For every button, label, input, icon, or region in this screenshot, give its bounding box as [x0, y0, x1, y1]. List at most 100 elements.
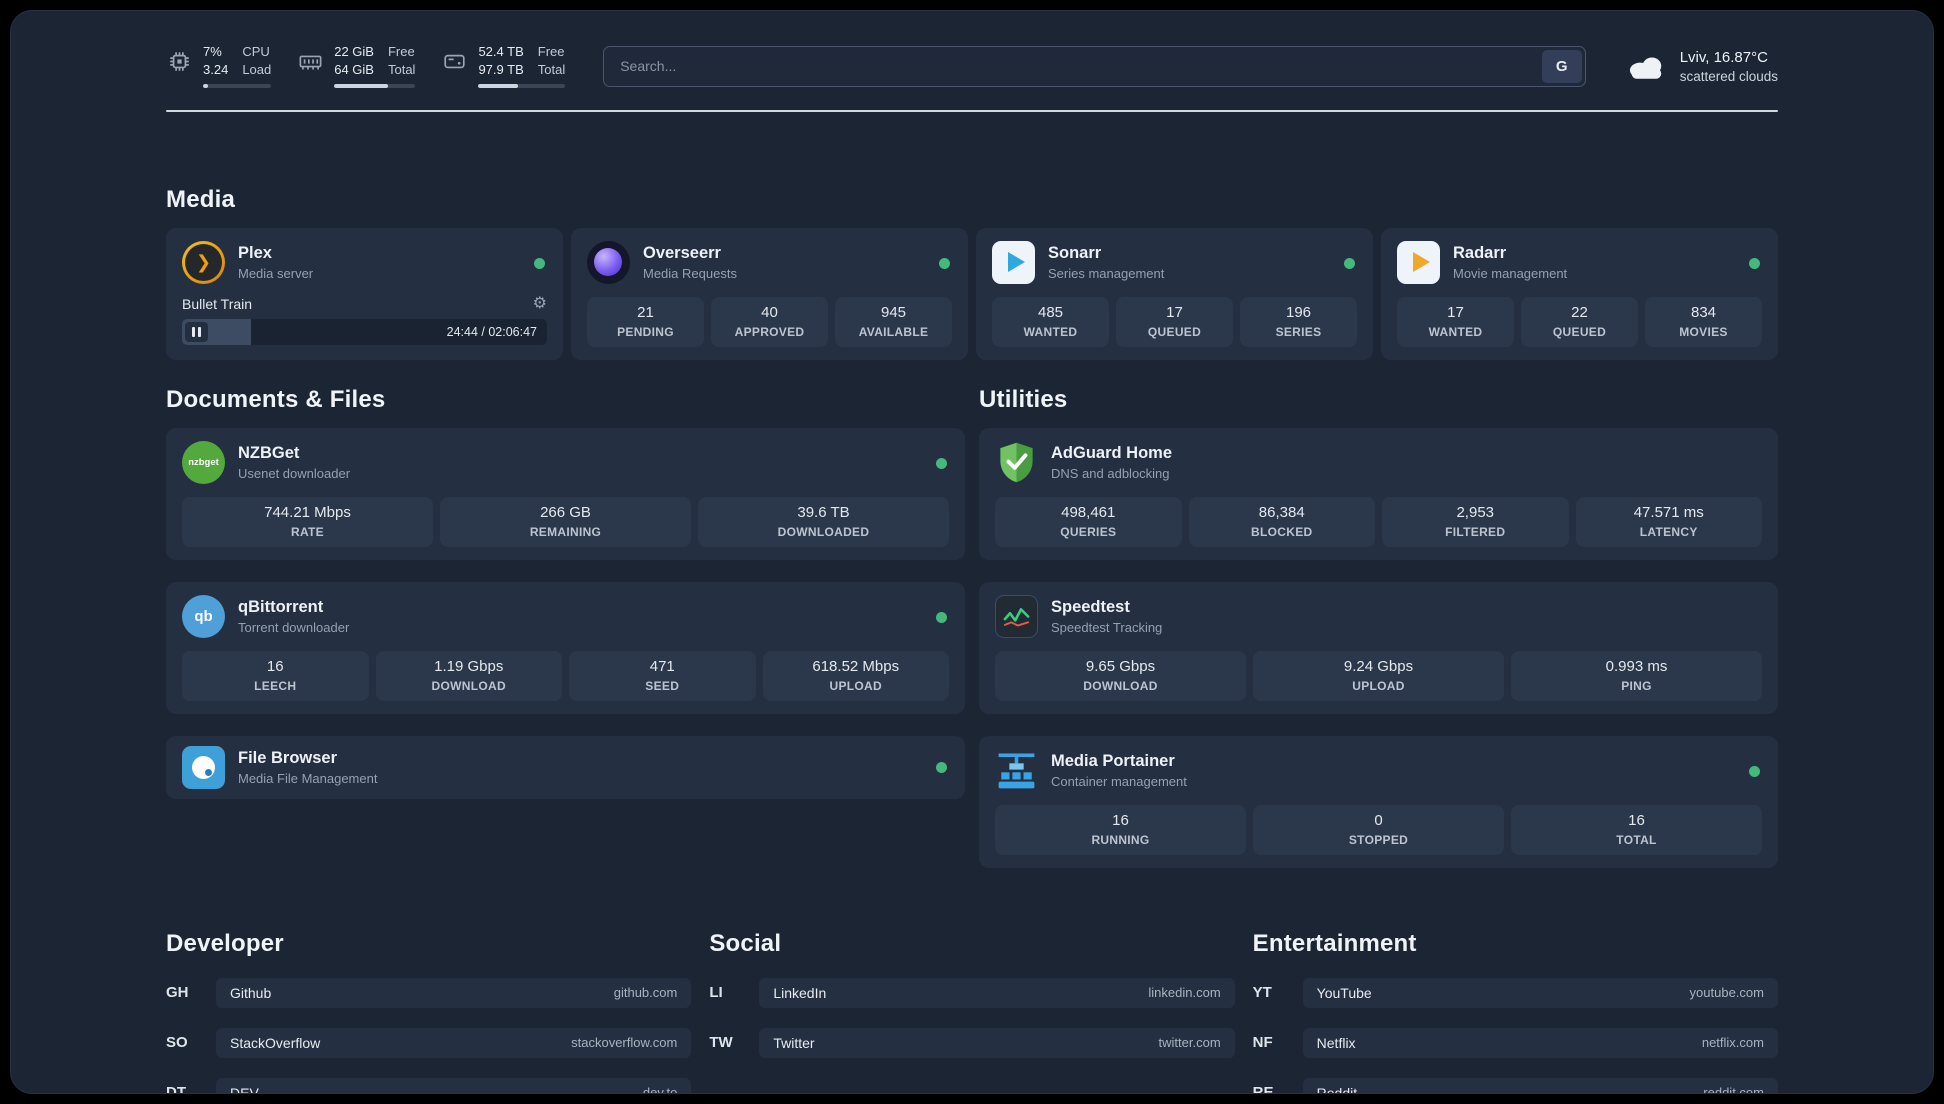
cpu-icon [170, 52, 189, 71]
stat-tile: 0.993 ms PING [1511, 650, 1762, 701]
stat-label: MOVIES [1679, 324, 1728, 339]
plex-icon [182, 240, 225, 284]
bookmark-name: Reddit [1316, 1084, 1358, 1094]
bookmark-github[interactable]: Github github.com [216, 977, 692, 1008]
app-name: Radarr [1453, 243, 1507, 262]
bookmark-name: Netflix [1316, 1034, 1356, 1051]
status-dot [1749, 765, 1760, 777]
stat-label: UPLOAD [1352, 678, 1405, 693]
stat-label: RUNNING [1091, 832, 1150, 847]
app-name: AdGuard Home [1051, 443, 1173, 462]
stat-value: 16 [1628, 811, 1645, 829]
bookmark-url: youtube.com [1689, 985, 1764, 1001]
stat-value: 21 [637, 303, 654, 321]
app-subtitle: Usenet downloader [238, 465, 351, 481]
bookmark-abbr: LI [709, 984, 723, 1002]
stat-tile: 22 QUEUED [1521, 296, 1638, 347]
bookmark-name: LinkedIn [773, 984, 827, 1001]
app-card-sonarr[interactable]: Sonarr Series management 485 WANTED 17 Q… [976, 227, 1373, 360]
app-name: File Browser [238, 748, 338, 767]
bookmark-row: YT YouTube youtube.com [1252, 977, 1778, 1008]
stat-label: LEECH [254, 678, 297, 693]
app-card-plex[interactable]: Plex Media server Bullet Train [166, 227, 563, 360]
stat-tile: 16 LEECH [182, 650, 369, 701]
app-name: qBittorrent [238, 597, 324, 616]
ram-total: 64 GiB [334, 61, 374, 77]
app-subtitle: Torrent downloader [238, 619, 350, 635]
app-name: NZBGet [238, 443, 300, 462]
sonarr-icon [992, 240, 1035, 284]
filebrowser-icon [182, 745, 225, 789]
app-card-overseerr[interactable]: Overseerr Media Requests 21 PENDING 40 A… [571, 227, 968, 360]
ram-free-label: Free [387, 44, 415, 59]
stat-value: 39.6 TB [797, 503, 850, 521]
stat-value: 86,384 [1258, 503, 1305, 521]
app-card-adguard[interactable]: AdGuard Home DNS and adblocking 498,461 … [979, 427, 1778, 560]
stat-label: DOWNLOADED [777, 524, 870, 539]
search-input[interactable] [603, 45, 1586, 87]
app-card-speedtest[interactable]: Speedtest Speedtest Tracking 9.65 Gbps D… [979, 581, 1778, 714]
app-card-qbittorrent[interactable]: qb qBittorrent Torrent downloader 16 LEE… [166, 581, 965, 714]
app-name: Sonarr [1048, 243, 1102, 262]
top-bar: 7% 3.24 CPU Load 22 GiB 64 GiB Free Tota… [166, 11, 1778, 88]
bookmark-abbr: YT [1252, 984, 1272, 1002]
status-dot [936, 457, 947, 469]
bookmark-url: dev.to [642, 1085, 678, 1094]
plex-now-playing: Bullet Train 24:44 / 02:06:47 [182, 296, 547, 345]
app-card-filebrowser[interactable]: File Browser Media File Management [166, 735, 965, 799]
stat-value: 471 [649, 657, 675, 675]
bookmark-linkedin[interactable]: LinkedIn linkedin.com [759, 977, 1235, 1008]
disk-icon [444, 54, 466, 69]
bookmark-url: twitter.com [1158, 1035, 1221, 1051]
bookmark-netflix[interactable]: Netflix netflix.com [1302, 1027, 1778, 1058]
stat-tile: 498,461 QUERIES [995, 496, 1182, 547]
section-title-documents: Documents & Files [166, 385, 386, 413]
section-social: Social LI LinkedIn linkedin.com TW Twitt… [709, 930, 1235, 1058]
stat-label: SEED [645, 678, 680, 693]
bookmark-row: NF Netflix netflix.com [1252, 1027, 1778, 1058]
bookmark-dev[interactable]: DEV dev.to [216, 1077, 692, 1094]
stat-tile: 0 STOPPED [1253, 804, 1504, 855]
section-entertainment: Entertainment YT YouTube youtube.com NF … [1252, 929, 1778, 1094]
bookmark-stackoverflow[interactable]: StackOverflow stackoverflow.com [216, 1027, 692, 1058]
overseerr-icon [587, 240, 630, 284]
stat-value: 485 [1037, 303, 1064, 321]
app-card-portainer[interactable]: Media Portainer Container management 16 … [979, 735, 1778, 868]
pause-button[interactable] [185, 321, 208, 342]
gear-icon[interactable] [533, 296, 547, 312]
section-title-developer: Developer [166, 929, 284, 957]
stat-label: SERIES [1275, 324, 1322, 339]
stat-value: 834 [1690, 303, 1717, 321]
bookmark-row: DT DEV dev.to [166, 1077, 692, 1094]
stat-label: QUERIES [1060, 524, 1117, 539]
weather-widget: Lviv, 16.87°C scattered clouds [1624, 49, 1778, 84]
playback-time: 24:44 / 02:06:47 [446, 324, 537, 339]
bookmark-row: LI LinkedIn linkedin.com [709, 977, 1235, 1008]
stat-label: DOWNLOAD [431, 678, 506, 693]
app-card-radarr[interactable]: Radarr Movie management 17 WANTED 22 QUE… [1381, 227, 1778, 360]
app-subtitle: Series management [1048, 265, 1165, 281]
ram-free: 22 GiB [334, 44, 374, 59]
playback-progress-bar[interactable]: 24:44 / 02:06:47 [182, 318, 547, 345]
section-utilities: Utilities AdGuard Home DNS and adblockin… [979, 386, 1778, 868]
disk-total-label: Total [537, 61, 566, 77]
section-title-entertainment: Entertainment [1252, 929, 1417, 957]
bookmark-twitter[interactable]: Twitter twitter.com [759, 1027, 1235, 1058]
search-engine-button[interactable]: G [1541, 49, 1582, 83]
stat-value: 1.19 Gbps [434, 657, 504, 675]
cpu-usage: 7% [203, 44, 222, 59]
bookmark-reddit[interactable]: Reddit reddit.com [1302, 1077, 1778, 1094]
stat-tile: 485 WANTED [992, 296, 1109, 347]
status-dot [1749, 257, 1760, 269]
bookmark-abbr: NF [1252, 1034, 1273, 1052]
bookmark-row: RE Reddit reddit.com [1253, 1077, 1778, 1094]
stat-label: DOWNLOAD [1083, 678, 1158, 693]
disk-free-label: Free [537, 44, 565, 59]
stat-tile: 2,953 FILTERED [1382, 496, 1569, 547]
status-dot [1344, 257, 1355, 269]
app-name: Speedtest [1051, 597, 1130, 616]
bookmark-youtube[interactable]: YouTube youtube.com [1302, 977, 1778, 1008]
section-title-utilities: Utilities [979, 385, 1068, 413]
app-card-nzbget[interactable]: nzbget NZBGet Usenet downloader 744.21 M… [166, 427, 965, 560]
stat-tile: 86,384 BLOCKED [1188, 496, 1375, 547]
